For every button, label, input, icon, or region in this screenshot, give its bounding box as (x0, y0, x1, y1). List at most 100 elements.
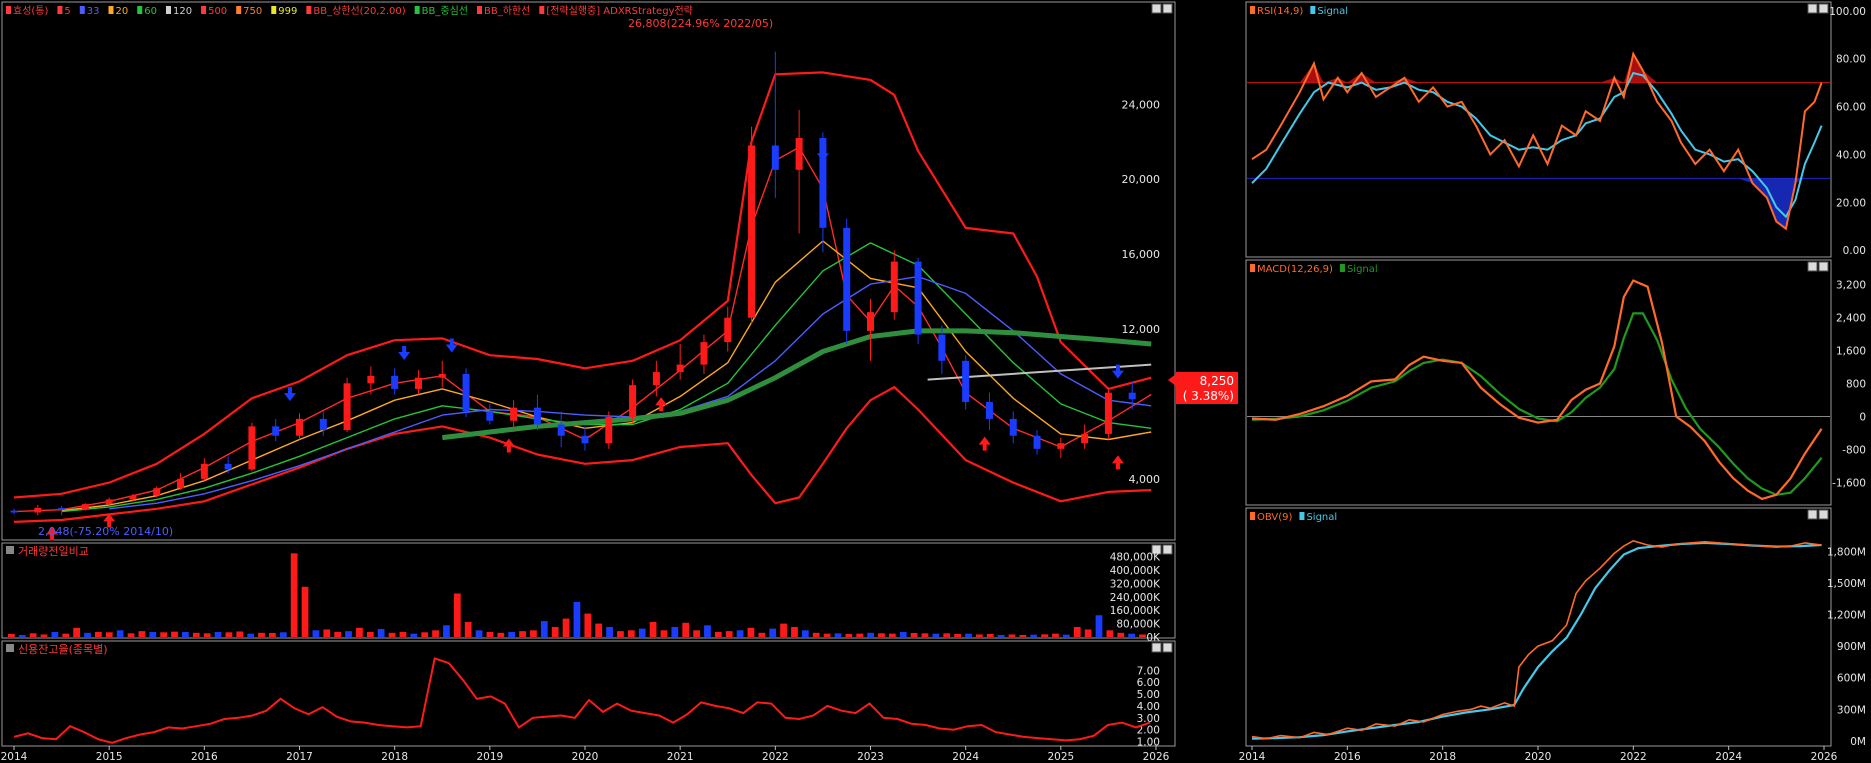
close-icon[interactable] (1818, 261, 1829, 272)
legend-item: 33 (87, 6, 100, 17)
volume-bar (464, 621, 472, 637)
y-tick-label: 24,000 (1122, 98, 1161, 111)
price-legend: 효성(통) 5 33 20 60 120 500 750 999 BB_상한선(20,2.00) B… (6, 4, 693, 17)
volume-bar (1084, 629, 1092, 637)
legend-swatch (539, 6, 545, 14)
candle (81, 504, 89, 510)
legend-item: 999 (278, 6, 297, 17)
legend-item: Signal (1306, 512, 1337, 523)
y-tick-label: 4.00 (1137, 701, 1160, 713)
volume-bar (127, 633, 135, 637)
restore-icon[interactable] (1151, 642, 1162, 653)
volume-bar (932, 633, 940, 637)
volume-bar (1073, 626, 1081, 637)
y-tick-label: 80,000K (1116, 619, 1161, 631)
candle (724, 317, 732, 343)
volume-bar (551, 626, 559, 637)
x-tick-label: 2018 (381, 751, 408, 763)
volume-bar (290, 553, 298, 637)
volume-bar (595, 623, 603, 637)
legend-swatch (1250, 264, 1255, 272)
buy-arrow (502, 438, 515, 453)
restore-icon[interactable] (1151, 3, 1162, 14)
volume-bar (780, 623, 787, 637)
legend-swatch (1250, 6, 1255, 14)
legend-item: 500 (208, 6, 227, 17)
close-icon[interactable] (1162, 642, 1173, 653)
volume-bar (138, 631, 146, 637)
rsi-lines (1251, 51, 1823, 231)
volume-bar (910, 632, 918, 637)
y-tick-label: 0.00 (1843, 245, 1866, 257)
candle (200, 463, 208, 479)
y-tick-label: 5.00 (1137, 689, 1160, 701)
volume-bar (823, 633, 831, 637)
volume-bar (867, 632, 874, 637)
x-tick-label: 2022 (762, 751, 789, 763)
close-icon[interactable] (1818, 509, 1829, 520)
legend-swatch (6, 6, 11, 14)
restore-icon[interactable] (1807, 3, 1818, 14)
y-tick-label: 800 (1846, 379, 1866, 391)
candle (438, 373, 446, 378)
y-tick-label: 80.00 (1836, 54, 1866, 66)
panel-icon (6, 644, 14, 652)
volume-bar (1128, 633, 1135, 637)
volume-bar (1062, 634, 1070, 637)
y-tick-label: 400,000K (1110, 565, 1161, 577)
volume-bar (182, 631, 189, 637)
moving-averages (13, 146, 1152, 513)
volume-bar (519, 631, 526, 637)
close-icon[interactable] (1162, 3, 1173, 14)
candle (700, 342, 708, 365)
y-tick-label: 600M (1837, 673, 1866, 685)
volume-bar (323, 629, 331, 637)
volume-bar (943, 633, 951, 637)
legend-swatch (57, 6, 63, 14)
obv-signal-line (1251, 541, 1822, 740)
candle (676, 364, 684, 373)
candle (1128, 392, 1136, 400)
y-tick-label: 0M (1850, 736, 1866, 748)
macd-lines (1251, 279, 1823, 501)
close-icon[interactable] (1818, 3, 1829, 14)
candle (414, 377, 422, 389)
restore-icon[interactable] (1807, 509, 1818, 520)
y-tick-label: 1,500M (1827, 578, 1866, 590)
volume-bar (769, 628, 777, 637)
buy-arrow (1111, 455, 1124, 470)
credit-title: 신용잔고율(종목별) (18, 643, 108, 656)
candle (629, 385, 637, 418)
y-tick-label: 20.00 (1836, 197, 1866, 209)
candle (533, 407, 541, 425)
restore-icon[interactable] (1807, 261, 1818, 272)
volume-bar (247, 633, 255, 637)
volume-bar (40, 634, 48, 637)
candle (105, 499, 113, 505)
sell-arrow (283, 387, 296, 402)
rsi-signal-line (1251, 71, 1823, 219)
volume-bar (312, 630, 320, 637)
legend-item: BB_상한선(20,2.00) (313, 5, 405, 17)
credit-line (13, 657, 1151, 744)
volume-bar (899, 631, 907, 637)
legend-swatch (165, 6, 171, 14)
macd-panel: MACD(12,26,9) Signal 3,200 2,400 1,600 800 0 -… (1245, 259, 1866, 506)
volume-bar (149, 631, 157, 637)
volume-bar (388, 632, 396, 637)
volume-bars (8, 553, 1146, 637)
rsi-panel: RSI(14,9) Signal 100.00 80.00 60.00 40.00 20.… (1245, 1, 1866, 258)
oversold-fill (1252, 178, 1822, 229)
volume-bar (660, 630, 668, 637)
close-icon[interactable] (1162, 544, 1173, 555)
y-tick-label: 2,400 (1836, 313, 1866, 325)
legend-item: MACD(12,26,9) (1257, 264, 1333, 275)
panel-icon (6, 546, 14, 554)
y-tick-label: 900M (1837, 641, 1866, 653)
volume-bar (975, 634, 983, 637)
volume-bar (1041, 634, 1048, 637)
y-tick-label: 3,200 (1836, 280, 1866, 292)
left-x-axis: 2014 2015 2016 2017 2018 2019 2020 2021 2022 2023… (1, 746, 1170, 763)
candle (462, 373, 470, 412)
volume-bar (747, 627, 755, 637)
